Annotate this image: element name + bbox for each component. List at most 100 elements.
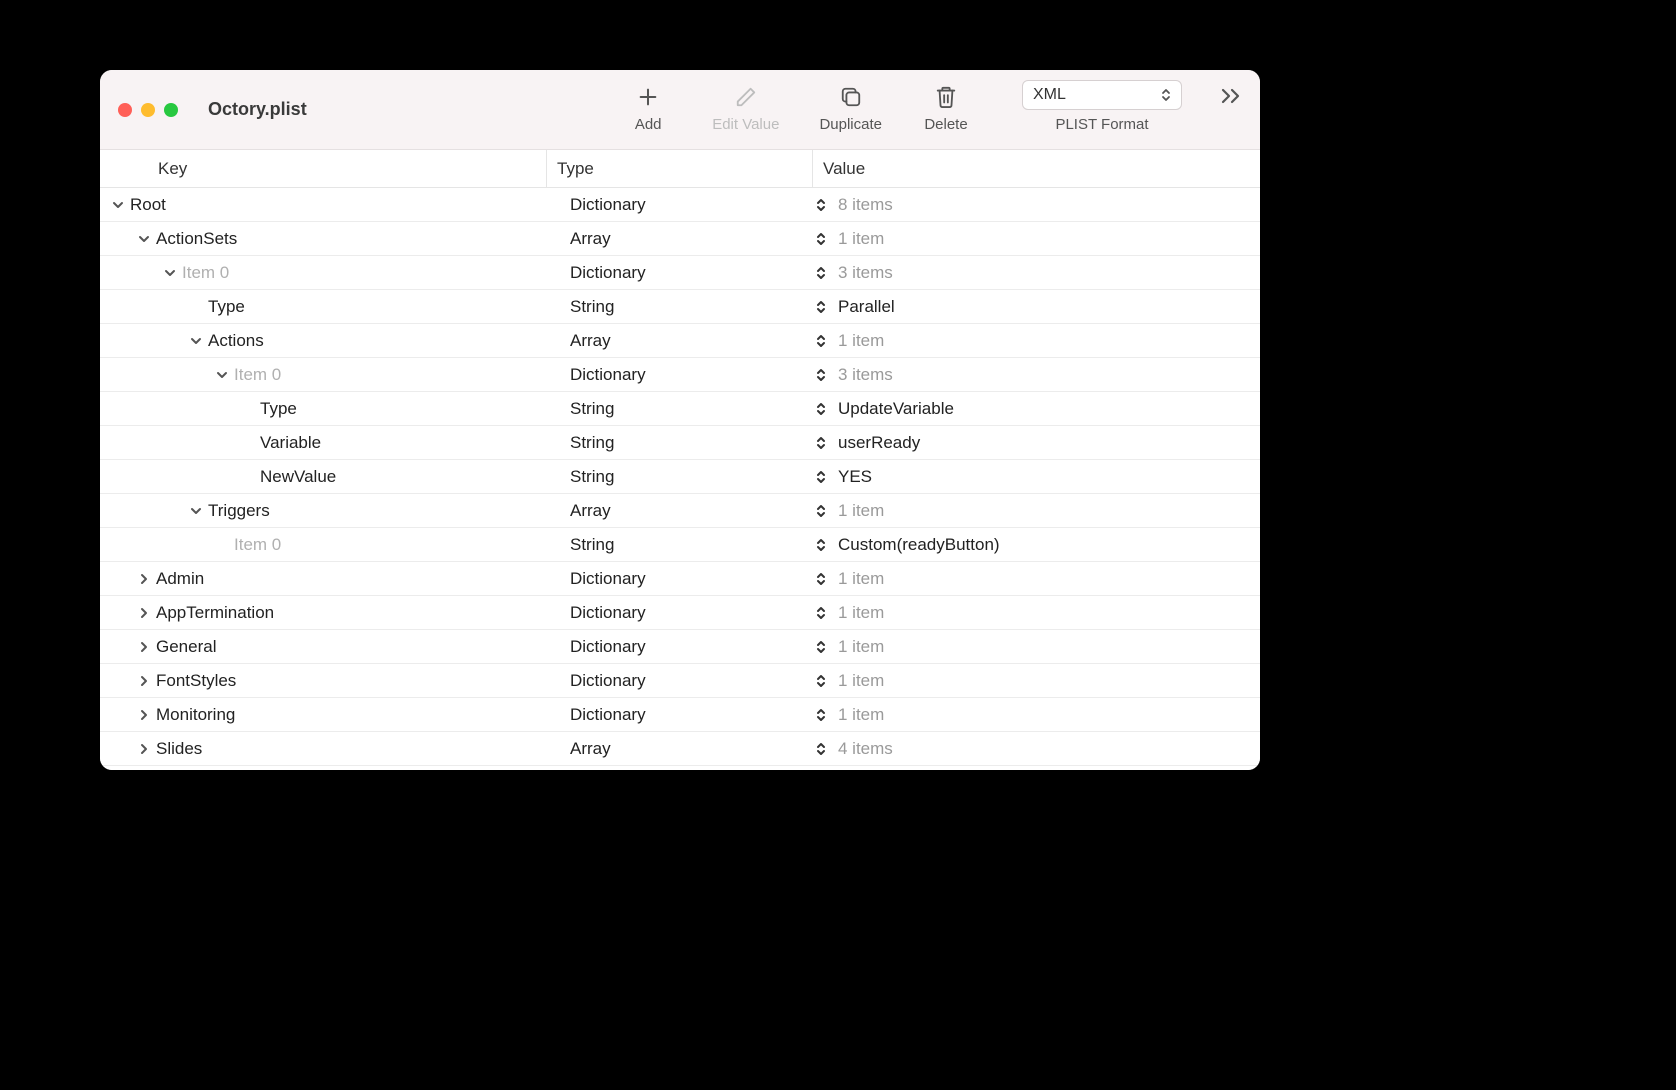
type-stepper-icon[interactable]: [814, 467, 828, 487]
cell-type[interactable]: String: [546, 297, 812, 317]
table-row[interactable]: GeneralDictionary1 item: [100, 630, 1260, 664]
add-button[interactable]: Add: [616, 80, 680, 137]
chevron-right-icon[interactable]: [136, 607, 152, 619]
table-row[interactable]: VariableStringuserReady: [100, 426, 1260, 460]
type-stepper-icon[interactable]: [814, 569, 828, 589]
cell-value[interactable]: 3 items: [812, 263, 1260, 283]
cell-type[interactable]: String: [546, 467, 812, 487]
format-select[interactable]: XML: [1022, 80, 1182, 110]
cell-key[interactable]: Actions: [100, 331, 546, 351]
delete-button[interactable]: Delete: [914, 80, 978, 137]
cell-type[interactable]: String: [546, 535, 812, 555]
type-stepper-icon[interactable]: [814, 297, 828, 317]
chevron-down-icon[interactable]: [162, 267, 178, 279]
cell-value[interactable]: Parallel: [812, 297, 1260, 317]
table-row[interactable]: SlidesArray4 items: [100, 732, 1260, 766]
cell-type[interactable]: Dictionary: [546, 705, 812, 725]
column-header-type[interactable]: Type: [546, 150, 812, 187]
cell-type[interactable]: Dictionary: [546, 263, 812, 283]
type-stepper-icon[interactable]: [814, 229, 828, 249]
table-row[interactable]: FontStylesDictionary1 item: [100, 664, 1260, 698]
table-row[interactable]: TriggersArray1 item: [100, 494, 1260, 528]
table-row[interactable]: ActionsArray1 item: [100, 324, 1260, 358]
type-stepper-icon[interactable]: [814, 433, 828, 453]
table-row[interactable]: RootDictionary8 items: [100, 188, 1260, 222]
cell-value[interactable]: 4 items: [812, 739, 1260, 759]
table-row[interactable]: Item 0Dictionary3 items: [100, 256, 1260, 290]
table-row[interactable]: TypeStringParallel: [100, 290, 1260, 324]
cell-value[interactable]: YES: [812, 467, 1260, 487]
cell-value[interactable]: 1 item: [812, 637, 1260, 657]
cell-type[interactable]: Array: [546, 739, 812, 759]
chevron-down-icon[interactable]: [188, 505, 204, 517]
cell-type[interactable]: Array: [546, 501, 812, 521]
cell-key[interactable]: General: [100, 637, 546, 657]
chevron-down-icon[interactable]: [214, 369, 230, 381]
type-stepper-icon[interactable]: [814, 637, 828, 657]
cell-value[interactable]: 1 item: [812, 705, 1260, 725]
cell-type[interactable]: Dictionary: [546, 569, 812, 589]
cell-type[interactable]: Dictionary: [546, 603, 812, 623]
cell-type[interactable]: String: [546, 433, 812, 453]
cell-key[interactable]: Variable: [100, 433, 546, 453]
close-window-button[interactable]: [118, 103, 132, 117]
cell-key[interactable]: ActionSets: [100, 229, 546, 249]
cell-key[interactable]: Slides: [100, 739, 546, 759]
chevron-down-icon[interactable]: [110, 199, 126, 211]
cell-value[interactable]: 1 item: [812, 331, 1260, 351]
column-header-value[interactable]: Value: [812, 150, 1260, 187]
cell-type[interactable]: Dictionary: [546, 195, 812, 215]
cell-value[interactable]: 1 item: [812, 501, 1260, 521]
cell-type[interactable]: Dictionary: [546, 637, 812, 657]
type-stepper-icon[interactable]: [814, 603, 828, 623]
type-stepper-icon[interactable]: [814, 501, 828, 521]
minimize-window-button[interactable]: [141, 103, 155, 117]
type-stepper-icon[interactable]: [814, 739, 828, 759]
cell-key[interactable]: Root: [100, 195, 546, 215]
cell-value[interactable]: 3 items: [812, 365, 1260, 385]
chevron-right-icon[interactable]: [136, 573, 152, 585]
chevron-right-icon[interactable]: [136, 641, 152, 653]
cell-key[interactable]: NewValue: [100, 467, 546, 487]
cell-value[interactable]: Custom(readyButton): [812, 535, 1260, 555]
cell-key[interactable]: AppTermination: [100, 603, 546, 623]
cell-type[interactable]: Dictionary: [546, 365, 812, 385]
cell-key[interactable]: FontStyles: [100, 671, 546, 691]
cell-type[interactable]: Array: [546, 229, 812, 249]
chevron-down-icon[interactable]: [136, 233, 152, 245]
chevron-right-icon[interactable]: [136, 675, 152, 687]
cell-key[interactable]: Monitoring: [100, 705, 546, 725]
cell-value[interactable]: 1 item: [812, 671, 1260, 691]
table-row[interactable]: AppTerminationDictionary1 item: [100, 596, 1260, 630]
table-row[interactable]: TypeStringUpdateVariable: [100, 392, 1260, 426]
cell-value[interactable]: 1 item: [812, 603, 1260, 623]
cell-key[interactable]: Type: [100, 297, 546, 317]
chevron-right-icon[interactable]: [136, 743, 152, 755]
table-row[interactable]: ActionSetsArray1 item: [100, 222, 1260, 256]
chevron-right-icon[interactable]: [136, 709, 152, 721]
type-stepper-icon[interactable]: [814, 705, 828, 725]
cell-value[interactable]: 1 item: [812, 569, 1260, 589]
table-row[interactable]: MonitoringDictionary1 item: [100, 698, 1260, 732]
cell-value[interactable]: userReady: [812, 433, 1260, 453]
type-stepper-icon[interactable]: [814, 399, 828, 419]
table-row[interactable]: Item 0Dictionary3 items: [100, 358, 1260, 392]
type-stepper-icon[interactable]: [814, 195, 828, 215]
table-row[interactable]: Item 0StringCustom(readyButton): [100, 528, 1260, 562]
cell-key[interactable]: Triggers: [100, 501, 546, 521]
cell-value[interactable]: 1 item: [812, 229, 1260, 249]
cell-key[interactable]: Admin: [100, 569, 546, 589]
cell-key[interactable]: Item 0: [100, 535, 546, 555]
cell-value[interactable]: 8 items: [812, 195, 1260, 215]
type-stepper-icon[interactable]: [814, 331, 828, 351]
duplicate-button[interactable]: Duplicate: [811, 80, 890, 137]
cell-key[interactable]: Item 0: [100, 263, 546, 283]
cell-type[interactable]: String: [546, 399, 812, 419]
chevron-down-icon[interactable]: [188, 335, 204, 347]
column-header-key[interactable]: Key: [100, 150, 546, 187]
cell-key[interactable]: Type: [100, 399, 546, 419]
table-row[interactable]: AdminDictionary1 item: [100, 562, 1260, 596]
type-stepper-icon[interactable]: [814, 671, 828, 691]
cell-type[interactable]: Array: [546, 331, 812, 351]
cell-value[interactable]: UpdateVariable: [812, 399, 1260, 419]
